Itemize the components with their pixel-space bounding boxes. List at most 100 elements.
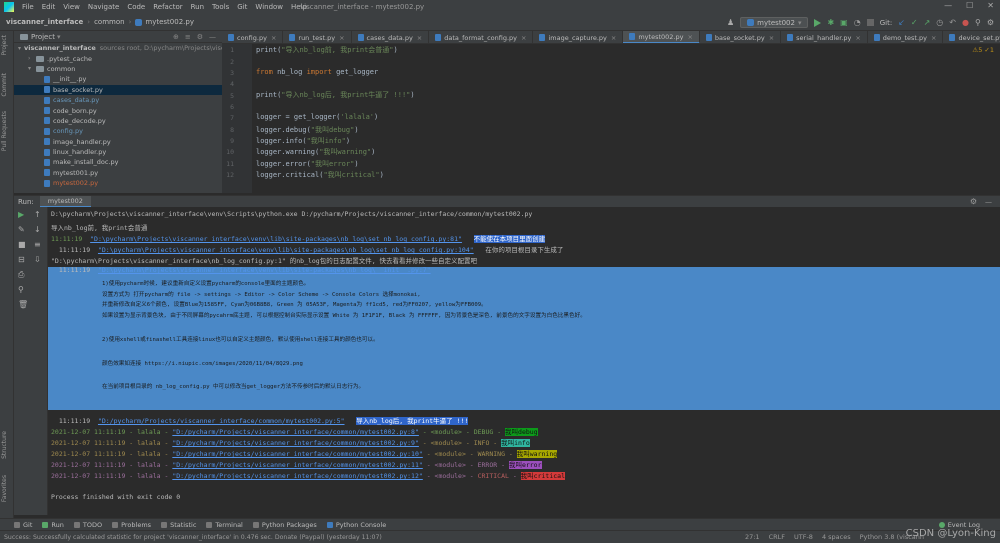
project-panel-title[interactable]: Project bbox=[31, 33, 55, 41]
tab-base-socket[interactable]: base_socket.py × bbox=[700, 31, 782, 43]
caret-position[interactable]: 27:1 bbox=[745, 533, 760, 541]
inspection-widget[interactable]: ⚠5 ✓1 bbox=[972, 46, 994, 54]
tree-item[interactable]: code_decode.py bbox=[14, 116, 222, 126]
close-icon[interactable]: × bbox=[931, 34, 936, 42]
close-icon[interactable]: × bbox=[687, 33, 692, 41]
tab-image-capture[interactable]: image_capture.py × bbox=[533, 31, 624, 43]
run-tab-mytest002[interactable]: mytest002 bbox=[39, 195, 91, 208]
tab-device-set[interactable]: device_set.py× bbox=[943, 31, 1000, 43]
collapse-icon[interactable]: ≡ bbox=[185, 33, 191, 41]
stop-icon[interactable] bbox=[866, 19, 874, 26]
console-link[interactable]: "D:/pycharm/Projects/viscanner_interface… bbox=[172, 461, 422, 469]
breadcrumb-project[interactable]: viscanner_interface bbox=[6, 18, 83, 26]
run-config-select[interactable]: mytest002 ▾ bbox=[740, 17, 809, 28]
console-link[interactable]: "D:/pycharm/Projects/viscanner_interface… bbox=[172, 428, 419, 436]
close-icon[interactable]: × bbox=[339, 34, 344, 42]
search-icon[interactable]: ⚲ bbox=[975, 18, 981, 27]
tab-mytest002[interactable]: mytest002.py × bbox=[623, 31, 700, 43]
debug-icon[interactable]: ✱ bbox=[827, 18, 834, 27]
tree-item[interactable]: › .pytest_cache bbox=[14, 53, 222, 63]
down-icon[interactable]: ↓ bbox=[34, 225, 41, 234]
hide-icon[interactable]: — bbox=[209, 33, 216, 41]
tool-tab-git[interactable]: Git bbox=[14, 521, 32, 529]
console-link[interactable]: "D:/pycharm/Projects/viscanner_interface… bbox=[172, 472, 422, 480]
tool-tab-python-console[interactable]: Python Console bbox=[326, 521, 386, 529]
user-icon[interactable]: ♟ bbox=[727, 18, 734, 27]
run-icon[interactable] bbox=[814, 18, 822, 27]
console-link[interactable]: "D:/pycharm/Projects/viscanner_interface… bbox=[172, 450, 422, 458]
pull-requests-tool-tab[interactable]: Pull Requests bbox=[1, 111, 8, 151]
notification-icon[interactable]: ● bbox=[962, 18, 969, 27]
menu-tools[interactable]: Tools bbox=[212, 3, 229, 11]
maximize-icon[interactable]: ☐ bbox=[966, 1, 973, 10]
minimize-icon[interactable]: — bbox=[944, 1, 952, 10]
tab-data-format-config[interactable]: data_format_config.py × bbox=[429, 31, 534, 43]
settings-icon[interactable]: ⚙ bbox=[987, 18, 994, 27]
tree-item[interactable]: mytest001.py bbox=[14, 168, 222, 178]
menu-navigate[interactable]: Navigate bbox=[88, 3, 119, 11]
console-link[interactable]: "D:\pycharm\Projects\viscanner_interface… bbox=[98, 266, 431, 274]
tree-item[interactable]: linux_handler.py bbox=[14, 147, 222, 157]
tree-item[interactable]: __init__.py bbox=[14, 74, 222, 84]
wrench-icon[interactable]: ✎ bbox=[18, 225, 25, 234]
hide-icon[interactable]: — bbox=[985, 198, 992, 206]
gear-icon[interactable]: ⚙ bbox=[197, 33, 203, 41]
console-link[interactable]: "D:\pycharm\Projects\viscanner_interface… bbox=[90, 235, 462, 243]
tool-tab-todo[interactable]: TODO bbox=[73, 521, 102, 529]
close-icon[interactable]: × bbox=[855, 34, 860, 42]
tree-item[interactable]: cases_data.py bbox=[14, 95, 222, 105]
breadcrumb-file[interactable]: mytest002.py bbox=[145, 18, 194, 26]
console-link[interactable]: "D:\pycharm\Projects\viscanner_interface… bbox=[98, 246, 474, 254]
close-icon[interactable]: × bbox=[769, 34, 774, 42]
tab-demo-test[interactable]: demo_test.py × bbox=[868, 31, 944, 43]
file-encoding[interactable]: UTF-8 bbox=[794, 533, 813, 541]
rerun-icon[interactable]: ▶ bbox=[18, 210, 24, 219]
close-icon[interactable]: ✕ bbox=[987, 1, 994, 10]
history-icon[interactable]: ◷ bbox=[936, 18, 943, 27]
status-message[interactable]: Success: Successfully calculated statist… bbox=[4, 534, 382, 541]
git-commit-icon[interactable]: ✓ bbox=[911, 18, 918, 27]
restore-layout-icon[interactable]: ⊟ bbox=[18, 255, 25, 264]
menu-refactor[interactable]: Refactor bbox=[153, 3, 182, 11]
close-icon[interactable]: × bbox=[417, 34, 422, 42]
rollback-icon[interactable]: ↶ bbox=[949, 18, 956, 27]
delete-icon[interactable]: 🗑 bbox=[18, 300, 28, 309]
tree-item[interactable]: mytest002.py bbox=[14, 178, 222, 188]
soft-wrap-icon[interactable]: ≡ bbox=[34, 240, 41, 249]
line-separator[interactable]: CRLF bbox=[769, 533, 785, 541]
menu-run[interactable]: Run bbox=[191, 3, 204, 11]
run-console-output[interactable]: D:\pycharm\Projects\viscanner_interface\… bbox=[48, 207, 1000, 515]
code-editor[interactable]: print("导入nb_log前, 我print会普通") from nb_lo… bbox=[252, 44, 1000, 193]
coverage-icon[interactable]: ▣ bbox=[840, 18, 848, 27]
favorites-tool-tab[interactable]: Favorites bbox=[1, 475, 8, 502]
print-icon[interactable]: ⎙ bbox=[18, 270, 24, 280]
git-push-icon[interactable]: ↗ bbox=[924, 18, 931, 27]
menu-code[interactable]: Code bbox=[127, 3, 145, 11]
tool-tab-python-packages[interactable]: Python Packages bbox=[252, 521, 317, 529]
menu-window[interactable]: Window bbox=[255, 3, 283, 11]
tree-root[interactable]: ▾ viscanner_interface sources root, D:\p… bbox=[14, 43, 233, 53]
tree-item[interactable]: config.py bbox=[14, 126, 222, 136]
tool-tab-statistic[interactable]: Statistic bbox=[161, 521, 196, 529]
tab-run-test[interactable]: run_test.py × bbox=[283, 31, 352, 43]
tree-item[interactable]: base_socket.py bbox=[14, 84, 222, 95]
tab-config[interactable]: config.py × bbox=[222, 31, 284, 43]
tab-cases-data[interactable]: cases_data.py × bbox=[352, 31, 430, 43]
breadcrumb-folder[interactable]: common bbox=[94, 18, 125, 26]
menu-view[interactable]: View bbox=[63, 3, 80, 11]
gear-icon[interactable]: ⚙ bbox=[970, 197, 977, 206]
up-icon[interactable]: ↑ bbox=[34, 210, 41, 219]
tool-tab-run[interactable]: Run bbox=[42, 521, 64, 529]
tree-item[interactable]: make_install_doc.py bbox=[14, 157, 222, 167]
stop-icon[interactable]: ■ bbox=[18, 240, 26, 249]
tree-item[interactable]: image_handler.py bbox=[14, 137, 222, 147]
pin-icon[interactable]: ⚲ bbox=[18, 285, 24, 294]
locate-icon[interactable]: ⊕ bbox=[173, 33, 179, 41]
scroll-to-end-icon[interactable]: ⇩ bbox=[34, 255, 41, 264]
close-icon[interactable]: × bbox=[271, 34, 276, 42]
tool-tab-terminal[interactable]: Terminal bbox=[206, 521, 243, 529]
menu-edit[interactable]: Edit bbox=[42, 3, 56, 11]
tree-item[interactable]: code_born.py bbox=[14, 105, 222, 115]
console-link[interactable]: "D:/pycharm/Projects/viscanner_interface… bbox=[172, 439, 419, 447]
tool-tab-problems[interactable]: Problems bbox=[112, 521, 151, 529]
